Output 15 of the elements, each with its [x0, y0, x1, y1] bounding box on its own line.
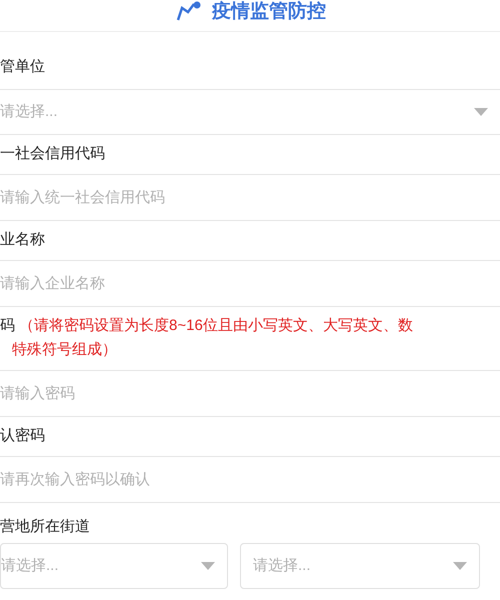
app-title: 疫情监管防控 — [212, 0, 326, 21]
field-label: 码 — [0, 317, 15, 334]
select-field[interactable]: 请选择... — [240, 543, 480, 589]
dropdown-caret-icon — [453, 562, 467, 570]
field-label: 一社会信用代码 — [0, 145, 105, 162]
field-label: 认密码 — [0, 427, 45, 444]
select-field[interactable]: 请选择... — [0, 543, 228, 589]
dropdown-caret-icon — [201, 562, 215, 570]
dropdown-caret-icon — [474, 108, 488, 116]
password-hint: （请将密码设置为长度8~16位且由小写英文、大写英文、数 — [19, 317, 413, 334]
select-field[interactable]: 请选择... — [0, 90, 500, 135]
field-label: 管单位 — [0, 58, 45, 75]
field-label: 业名称 — [0, 231, 45, 248]
password-hint: 特殊符号组成） — [11, 340, 118, 360]
field-label: 营地所在街道 — [0, 518, 90, 535]
